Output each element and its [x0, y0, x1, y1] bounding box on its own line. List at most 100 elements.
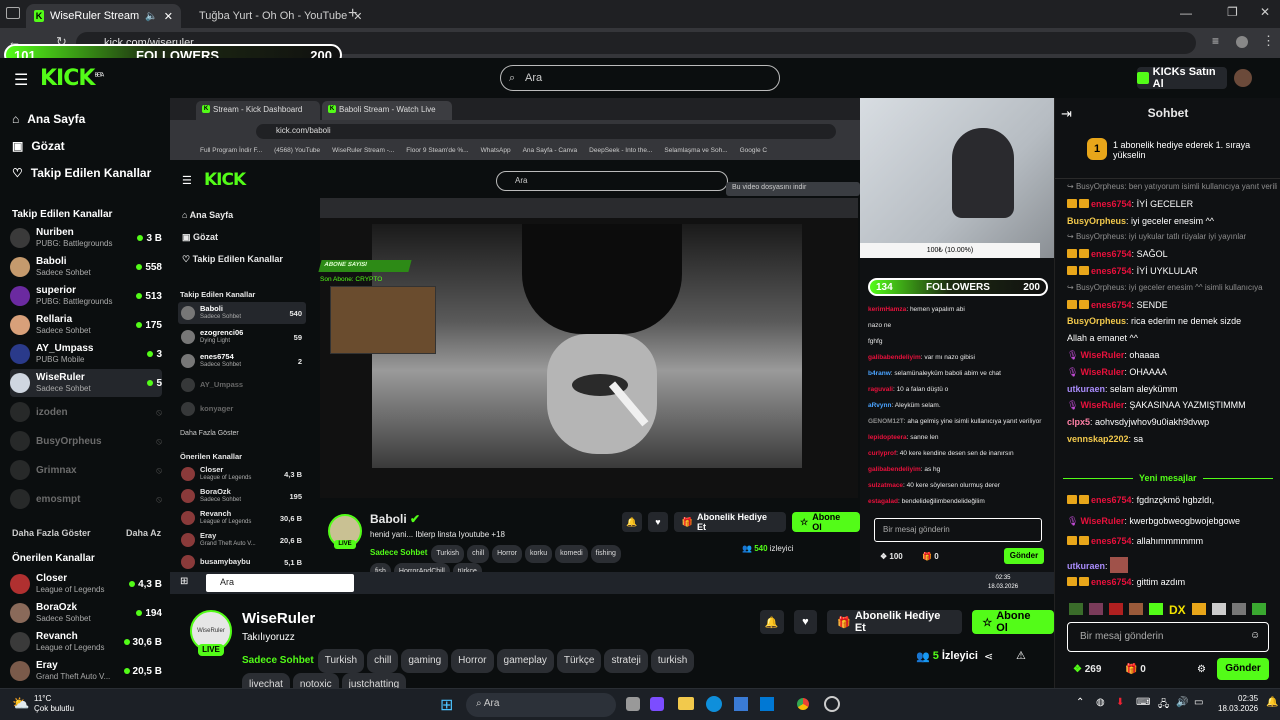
chat-username[interactable]: WiseRuler — [1080, 516, 1124, 526]
chat-message[interactable]: utkuraen: — [1067, 556, 1277, 573]
chat-input[interactable]: Bir mesaj gönderin ☺ — [1067, 622, 1269, 652]
chat-message[interactable]: utkuraen: selam aleykümm — [1067, 384, 1277, 394]
chat-username[interactable]: BusyOrpheus — [1067, 216, 1126, 226]
settings-app-icon[interactable] — [760, 697, 774, 711]
chat-username[interactable]: enes6754 — [1091, 266, 1132, 276]
stream-tag[interactable]: strateji — [604, 649, 648, 673]
nav-home[interactable]: ⌂ Ana Sayfa — [12, 112, 85, 126]
notification-bell-button[interactable]: 🔔 — [760, 610, 784, 634]
followed-channel[interactable]: izoden ⦸ — [10, 398, 162, 426]
app-icon[interactable] — [650, 697, 664, 711]
followed-channel[interactable]: superior PUBG: Battlegrounds 513 — [10, 282, 162, 310]
weather-widget[interactable]: 11°C Çok bulutlu — [34, 694, 74, 714]
chat-message[interactable]: enes6754: İYİ GECELER — [1067, 198, 1277, 209]
tab-youtube[interactable]: Tuğba Yurt - Oh Oh - YouTube ✕ — [185, 4, 362, 28]
stream-tag[interactable]: Horror — [451, 649, 494, 673]
emoji-icon[interactable]: ☺ — [1250, 630, 1260, 641]
followed-channel[interactable]: Nuriben PUBG: Battlegrounds 3 B — [10, 224, 162, 252]
buy-kicks-button[interactable]: KICKs Satın Al — [1137, 66, 1227, 90]
chrome-icon[interactable] — [794, 695, 812, 713]
kicks-balance[interactable]: ❖ 269 — [1073, 664, 1101, 675]
speaker-icon[interactable]: 🔈 — [145, 11, 157, 22]
recommended-channel[interactable]: Eray Grand Theft Auto V... 20,5 B — [10, 657, 162, 685]
chat-message[interactable]: Allah a emanet ^^ — [1067, 333, 1277, 343]
stream-category[interactable]: Sadece Sohbet — [242, 655, 314, 666]
search-input[interactable]: ⌕ Ara — [500, 65, 780, 91]
tray-chevron-icon[interactable]: ⌃ — [1076, 697, 1084, 708]
chat-username[interactable]: utkuraen — [1067, 384, 1105, 394]
chat-message[interactable]: enes6754: İYİ UYKLULAR — [1067, 266, 1277, 276]
followed-channel[interactable]: AY_Umpass PUBG Mobile 3 — [10, 340, 162, 368]
show-less-link[interactable]: Daha Az — [126, 528, 161, 538]
chat-username[interactable]: enes6754 — [1091, 536, 1132, 546]
gift-balance[interactable]: 🎁 0 — [1125, 664, 1146, 675]
send-button[interactable]: Gönder — [1217, 658, 1269, 680]
stream-tag[interactable]: Türkçe — [556, 649, 602, 673]
tab-actions-icon[interactable] — [6, 7, 20, 19]
chat-message[interactable]: 🎙 WiseRuler: ŞAKASINAA YAZMIŞTIMMM — [1067, 400, 1277, 411]
chat-username[interactable]: BusyOrpheus — [1067, 316, 1126, 326]
network-icon[interactable]: 🖧 — [1158, 697, 1169, 714]
stream-tag[interactable]: gameplay — [496, 649, 554, 673]
streamer-name[interactable]: WiseRuler — [242, 610, 315, 627]
chat-message[interactable]: enes6754: SAĞOL — [1067, 249, 1277, 259]
minimize-icon[interactable]: — — [1180, 6, 1192, 20]
chat-reply-context[interactable]: ↪ BusyOrpheus: ben yatıyorum isimli kull… — [1067, 182, 1277, 191]
recommended-channel[interactable]: Closer League of Legends 4,3 B — [10, 570, 162, 598]
chat-username[interactable]: WiseRuler — [1080, 367, 1124, 377]
chat-message[interactable]: vennskap2202: sa — [1067, 434, 1277, 444]
tab-wiseruler[interactable]: K WiseRuler Stream - Watch L 🔈 ✕ — [26, 4, 181, 28]
chat-message[interactable]: BusyOrpheus: rica ederim ne demek sizde — [1067, 316, 1277, 326]
playlist-icon[interactable]: ≡ — [1212, 34, 1219, 48]
followed-channel[interactable]: Grimnax ⦸ — [10, 456, 162, 484]
tray-icon[interactable]: ◍ — [1096, 697, 1105, 708]
followed-channel[interactable]: BusyOrpheus ⦸ — [10, 427, 162, 455]
windows-start-icon[interactable]: ⊞ — [440, 695, 453, 715]
chat-message[interactable]: 🎙 WiseRuler: ohaaaa — [1067, 350, 1277, 361]
chat-reply-context[interactable]: ↪ BusyOrpheus: iyi geceler enesim ^^ isi… — [1067, 283, 1277, 292]
chat-message[interactable]: clpx5: aohvsdyjwhov9u0iakh9dvwp — [1067, 417, 1277, 427]
battery-icon[interactable]: ▭ — [1194, 697, 1203, 708]
chat-username[interactable]: enes6754 — [1091, 495, 1132, 505]
chat-username[interactable]: WiseRuler — [1080, 400, 1124, 410]
notifications-icon[interactable]: 🔔 — [1266, 697, 1278, 708]
stream-tag[interactable]: turkish — [650, 649, 695, 673]
kick-logo[interactable]: KICKBETA — [40, 66, 104, 91]
chat-username[interactable]: enes6754 — [1091, 300, 1132, 310]
close-window-icon[interactable]: ✕ — [1260, 5, 1270, 19]
taskbar-search[interactable]: ⌕ Ara — [466, 693, 616, 717]
follow-button[interactable]: ☆ Abone Ol — [972, 610, 1054, 634]
stream-tag[interactable]: Turkish — [317, 649, 365, 673]
chat-username[interactable]: enes6754 — [1091, 577, 1132, 587]
report-icon[interactable]: ⚠ — [1016, 649, 1026, 662]
chat-message[interactable]: enes6754: allahımmmmmm — [1067, 536, 1277, 546]
followed-channel[interactable]: Rellaria Sadece Sohbet 175 — [10, 311, 162, 339]
recommended-channel[interactable]: BoraOzk Sadece Sohbet 194 — [10, 599, 162, 627]
stream-tag[interactable]: chill — [367, 649, 399, 673]
file-explorer-icon[interactable] — [678, 697, 694, 710]
stream-tag[interactable]: gaming — [401, 649, 449, 673]
favorite-button[interactable]: ♥ — [793, 610, 818, 634]
followed-channel[interactable]: Baboli Sadece Sohbet 558 — [10, 253, 162, 281]
user-avatar[interactable] — [1234, 69, 1252, 87]
chat-username[interactable]: utkuraen — [1067, 561, 1105, 571]
clock[interactable]: 02:35 18.03.2026 — [1218, 694, 1258, 714]
video-player[interactable]: K Stream - Kick Dashboard K Baboli Strea… — [170, 98, 1054, 594]
chat-username[interactable]: clpx5 — [1067, 417, 1090, 427]
store-icon[interactable] — [734, 697, 748, 711]
menu-kebab-icon[interactable]: ⋮ — [1262, 33, 1275, 49]
chat-message[interactable]: enes6754: SENDE — [1067, 299, 1277, 310]
weather-icon[interactable]: ⛅ — [12, 695, 29, 712]
followed-channel[interactable]: emosmpt ⦸ — [10, 485, 162, 513]
obs-icon[interactable] — [824, 696, 840, 712]
task-view-icon[interactable] — [626, 697, 640, 711]
chat-message[interactable]: 🎙 WiseRuler: OHAAAA — [1067, 367, 1277, 378]
nav-browse[interactable]: ▣ Gözat — [12, 139, 65, 153]
keyboard-icon[interactable]: ⌨ — [1136, 697, 1150, 708]
chat-username[interactable]: enes6754 — [1091, 199, 1132, 209]
chat-settings-icon[interactable]: ⚙ — [1197, 664, 1206, 675]
hamburger-menu-icon[interactable]: ☰ — [14, 70, 28, 90]
volume-icon[interactable]: 🔊 — [1176, 697, 1188, 708]
chat-reply-context[interactable]: ↪ BusyOrpheus: iyi uykular tatlı rüyalar… — [1067, 232, 1277, 241]
nav-following[interactable]: ♡ Takip Edilen Kanallar — [12, 166, 151, 180]
